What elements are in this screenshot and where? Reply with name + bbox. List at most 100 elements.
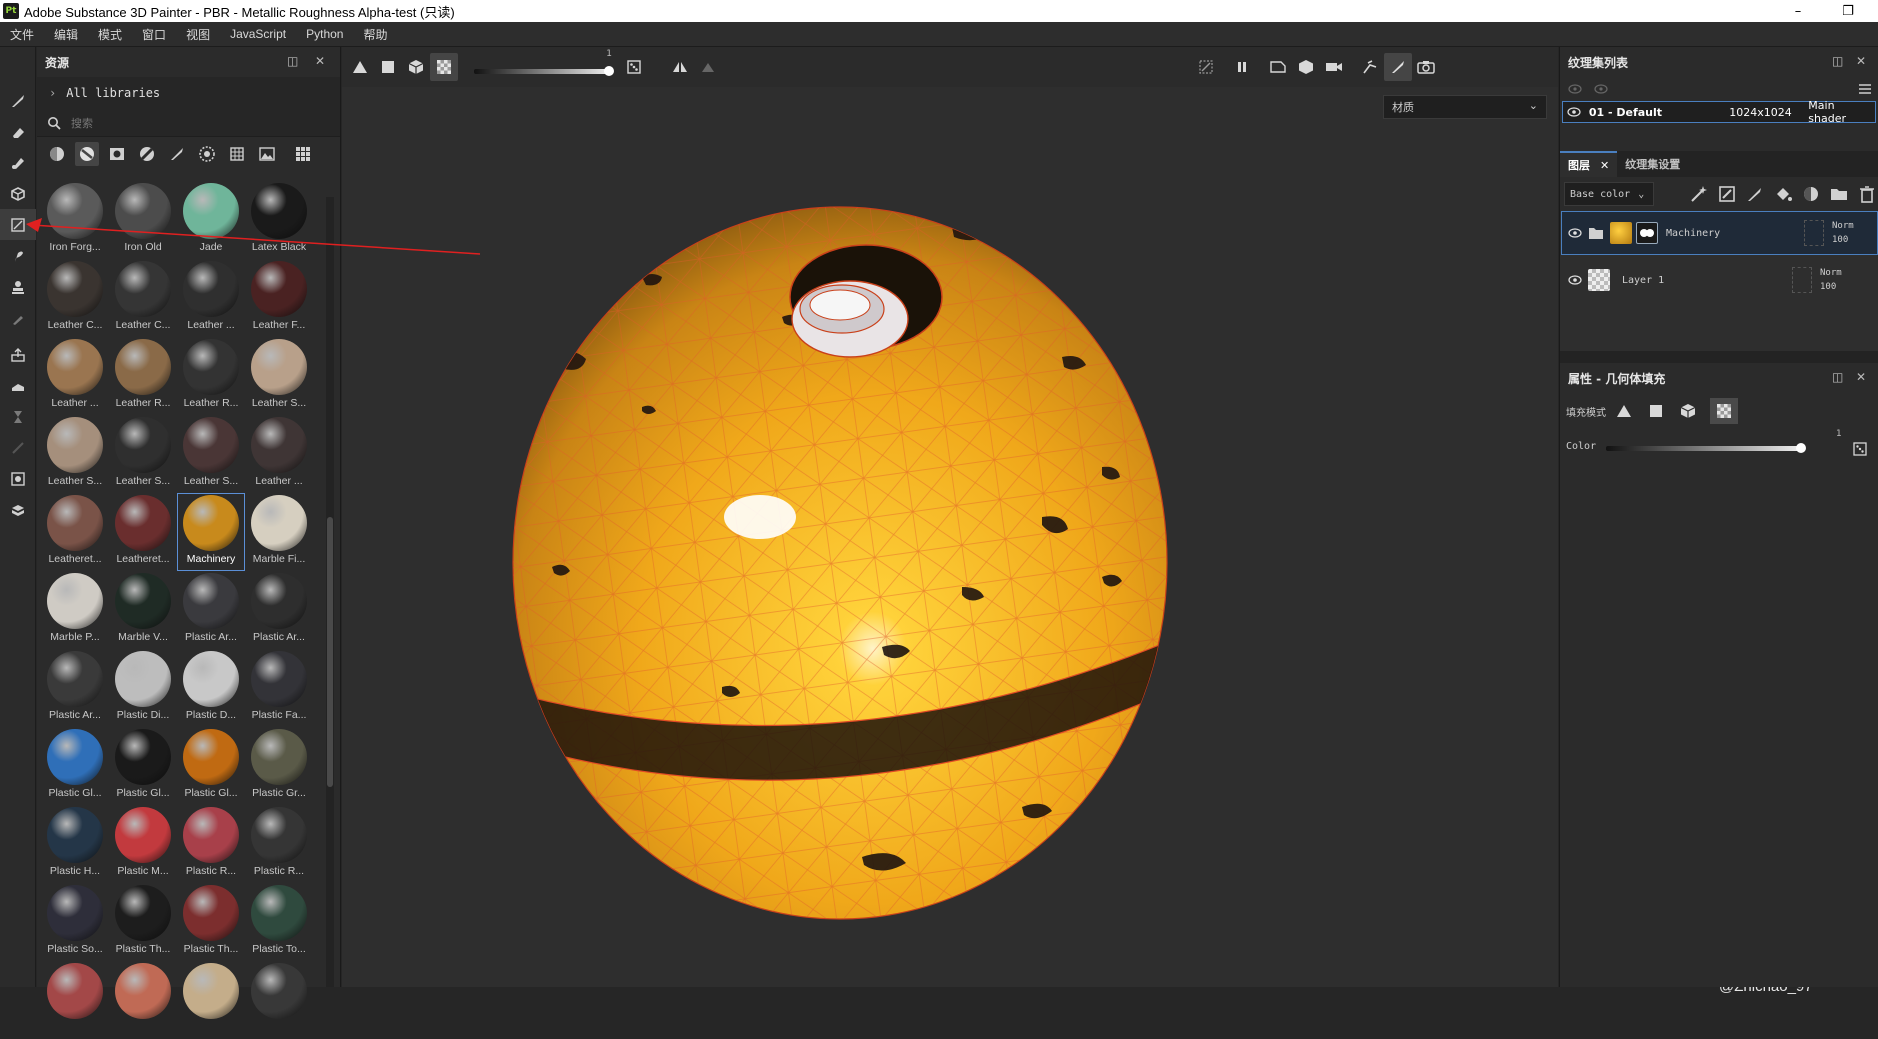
color-picker-tool[interactable]: [0, 302, 36, 333]
layer-row[interactable]: Layer 1 Norm 100: [1561, 258, 1878, 302]
lazy-mouse-button[interactable]: [694, 53, 722, 81]
material-tile[interactable]: [177, 961, 245, 1039]
add-mask-icon[interactable]: [1802, 185, 1820, 203]
color-slider-handle[interactable]: [1796, 443, 1806, 453]
filter-generator[interactable]: [135, 142, 159, 166]
add-paint-layer-icon[interactable]: [1746, 185, 1764, 203]
filter-smart-mask[interactable]: [105, 142, 129, 166]
material-tile[interactable]: Plastic Th...: [109, 883, 177, 961]
menu-javascript[interactable]: JavaScript: [220, 27, 296, 41]
panel-float-icon[interactable]: ◫: [287, 54, 298, 68]
panel-close-icon[interactable]: ✕: [1856, 54, 1866, 68]
tab-texture-set-settings[interactable]: 纹理集设置: [1617, 151, 1688, 177]
material-tile[interactable]: Plastic Di...: [109, 649, 177, 727]
material-tile[interactable]: Leather S...: [41, 415, 109, 493]
filter-alpha[interactable]: [195, 142, 219, 166]
eye-icon[interactable]: [1568, 227, 1582, 239]
filter-material[interactable]: [75, 142, 99, 166]
filter-environment[interactable]: [255, 142, 279, 166]
material-tile[interactable]: Plastic R...: [245, 805, 313, 883]
asset-search[interactable]: 搜索: [37, 109, 340, 137]
add-effect-icon[interactable]: [1718, 185, 1736, 203]
search-input[interactable]: 搜索: [71, 115, 93, 131]
add-fill-layer-icon[interactable]: [1774, 185, 1792, 203]
material-tile[interactable]: [245, 961, 313, 1039]
material-tile[interactable]: Leather ...: [245, 415, 313, 493]
asset-scrollbar[interactable]: [326, 197, 334, 987]
paint-brush-tool[interactable]: [0, 85, 36, 116]
display-settings-tool[interactable]: [0, 463, 36, 494]
square-icon[interactable]: [1648, 403, 1664, 419]
eye-icon[interactable]: [1594, 83, 1608, 95]
material-tile[interactable]: Plastic Ar...: [245, 571, 313, 649]
material-tile[interactable]: Leather S...: [109, 415, 177, 493]
triangle-icon[interactable]: [1616, 403, 1632, 419]
material-tile[interactable]: Plastic M...: [109, 805, 177, 883]
fill-mode-uv-chunk[interactable]: [1710, 398, 1738, 424]
panel-close-icon[interactable]: ✕: [315, 54, 325, 68]
material-tile[interactable]: Machinery: [177, 493, 245, 571]
hide-ui-button[interactable]: [1192, 53, 1220, 81]
menu-python[interactable]: Python: [296, 27, 353, 41]
fill-mode-uv-chunk[interactable]: [430, 53, 458, 81]
material-tile[interactable]: Plastic R...: [177, 805, 245, 883]
layer-blend-mode[interactable]: Norm: [1832, 221, 1854, 231]
camera-button[interactable]: [1320, 53, 1348, 81]
material-tile[interactable]: Leatheret...: [109, 493, 177, 571]
trash-icon[interactable]: [1858, 185, 1876, 203]
menu-edit[interactable]: 编辑: [44, 26, 88, 43]
layer-opacity[interactable]: 100: [1832, 235, 1854, 245]
fill-mode-mesh[interactable]: [402, 53, 430, 81]
material-tile[interactable]: Leatheret...: [41, 493, 109, 571]
view-mode-grid[interactable]: [291, 142, 315, 166]
eye-off-icon[interactable]: [1568, 83, 1582, 95]
disabled-tool[interactable]: [0, 432, 36, 463]
layer-row[interactable]: Machinery Norm 100: [1561, 211, 1878, 255]
screenshot-button[interactable]: [1412, 53, 1440, 81]
color-slider-track[interactable]: [1606, 446, 1800, 451]
menu-icon[interactable]: [1858, 83, 1872, 95]
geometry-mask-tool[interactable]: [0, 178, 36, 209]
dice-icon[interactable]: [1853, 442, 1867, 456]
panel-float-icon[interactable]: ◫: [1832, 370, 1843, 384]
3d-view-button[interactable]: [1292, 53, 1320, 81]
library-selector[interactable]: › All libraries: [37, 77, 340, 109]
brush-size-slider[interactable]: 1: [474, 49, 614, 81]
channel-dropdown[interactable]: Base color ⌄: [1564, 182, 1654, 206]
material-tile[interactable]: [109, 961, 177, 1039]
layer-mask-thumbnail[interactable]: [1636, 222, 1658, 244]
material-tile[interactable]: [41, 961, 109, 1039]
menu-help[interactable]: 帮助: [353, 26, 397, 43]
bake-tool[interactable]: [0, 370, 36, 401]
eraser-tool[interactable]: [0, 116, 36, 147]
material-tile[interactable]: Marble P...: [41, 571, 109, 649]
material-tile[interactable]: Leather R...: [109, 337, 177, 415]
export-tool[interactable]: [0, 339, 36, 370]
material-tile[interactable]: Plastic Fa...: [245, 649, 313, 727]
random-button[interactable]: [620, 53, 648, 81]
panel-float-icon[interactable]: ◫: [1832, 54, 1843, 68]
layer-blend-mode[interactable]: Norm: [1820, 268, 1842, 278]
material-tile[interactable]: Plastic Th...: [177, 883, 245, 961]
projection-tool[interactable]: [0, 147, 36, 178]
material-tile[interactable]: Plastic H...: [41, 805, 109, 883]
3d-viewport[interactable]: 1 材质 ⌄: [342, 47, 1854, 995]
material-tile[interactable]: Plastic Ar...: [41, 649, 109, 727]
filter-brush[interactable]: [165, 142, 189, 166]
panel-close-icon[interactable]: ✕: [1856, 370, 1866, 384]
pause-button[interactable]: [1228, 53, 1256, 81]
material-tile[interactable]: Leather S...: [245, 337, 313, 415]
material-tile[interactable]: Marble Fi...: [245, 493, 313, 571]
material-tile[interactable]: Marble V...: [109, 571, 177, 649]
material-tile[interactable]: Plastic To...: [245, 883, 313, 961]
menu-mode[interactable]: 模式: [88, 26, 132, 43]
menu-window[interactable]: 窗口: [132, 26, 176, 43]
material-tile[interactable]: Plastic Gl...: [177, 727, 245, 805]
material-tile[interactable]: Plastic D...: [177, 649, 245, 727]
material-tile[interactable]: Leather S...: [177, 415, 245, 493]
2d-view-button[interactable]: [1264, 53, 1292, 81]
filter-texture[interactable]: [225, 142, 249, 166]
light-button[interactable]: [1356, 53, 1384, 81]
cube-icon[interactable]: [1680, 403, 1696, 419]
material-tile[interactable]: Plastic Gl...: [41, 727, 109, 805]
